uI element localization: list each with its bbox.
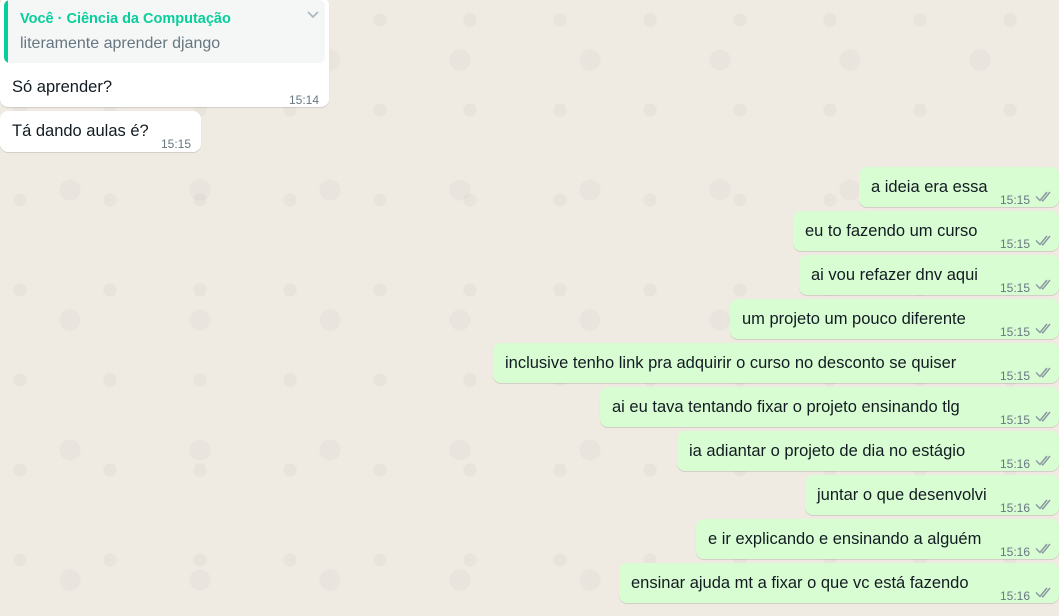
- double-check-icon: [1035, 235, 1051, 246]
- message-text: inclusive tenho link pra adquirir o curs…: [505, 354, 957, 372]
- chevron-down-icon[interactable]: [305, 6, 321, 22]
- outgoing-message[interactable]: ai vou refazer dnv aqui 15:15: [799, 255, 1059, 295]
- message-time: 15:15: [1000, 369, 1031, 383]
- double-check-icon: [1035, 367, 1051, 378]
- double-check-icon: [1035, 543, 1051, 554]
- message-time: 15:15: [1000, 281, 1031, 295]
- message-time: 15:16: [1000, 501, 1031, 515]
- message-time: 15:15: [1000, 325, 1031, 339]
- outgoing-message[interactable]: inclusive tenho link pra adquirir o curs…: [493, 343, 1059, 383]
- message-text: Só aprender?: [12, 78, 112, 96]
- message-time: 15:16: [1000, 457, 1031, 471]
- double-check-icon: [1035, 411, 1051, 422]
- message-text: ai eu tava tentando fixar o projeto ensi…: [612, 398, 960, 416]
- message-text: juntar o que desenvolvi: [817, 486, 987, 504]
- message-time: 15:16: [1000, 589, 1031, 603]
- quote-accent-bar: [4, 0, 8, 63]
- message-time: 15:15: [161, 137, 192, 151]
- double-check-icon: [1035, 499, 1051, 510]
- outgoing-message[interactable]: um projeto um pouco diferente 15:15: [730, 299, 1059, 339]
- message-text: ensinar ajuda mt a fixar o que vc está f…: [631, 574, 969, 592]
- double-check-icon: [1035, 279, 1051, 290]
- quoted-text: literamente aprender django: [20, 35, 221, 52]
- quoted-message[interactable]: Você · Ciência da Computação literamente…: [4, 0, 325, 63]
- message-time: 15:15: [1000, 237, 1031, 251]
- incoming-message-reply[interactable]: Você · Ciência da Computação literamente…: [0, 0, 329, 107]
- message-time: 15:16: [1000, 545, 1031, 559]
- double-check-icon: [1035, 587, 1051, 598]
- message-time: 15:15: [1000, 413, 1031, 427]
- double-check-icon: [1035, 323, 1051, 334]
- outgoing-message[interactable]: eu to fazendo um curso 15:15: [793, 211, 1059, 251]
- outgoing-message[interactable]: ai eu tava tentando fixar o projeto ensi…: [600, 387, 1059, 427]
- message-text: um projeto um pouco diferente: [742, 310, 966, 328]
- message-text: ia adiantar o projeto de dia no estágio: [689, 442, 966, 460]
- message-time: 15:14: [289, 93, 320, 107]
- message-text: eu to fazendo um curso: [805, 222, 978, 240]
- double-check-icon: [1035, 455, 1051, 466]
- message-text: Tá dando aulas é?: [12, 122, 149, 140]
- message-time: 15:15: [1000, 193, 1031, 207]
- message-text: e ir explicando e ensinando a alguém: [708, 530, 982, 548]
- outgoing-message[interactable]: e ir explicando e ensinando a alguém 15:…: [696, 519, 1059, 559]
- message-text: a ideia era essa: [871, 178, 988, 196]
- outgoing-message[interactable]: juntar o que desenvolvi 15:16: [805, 475, 1059, 515]
- outgoing-message[interactable]: a ideia era essa 15:15: [859, 167, 1059, 207]
- outgoing-message[interactable]: ia adiantar o projeto de dia no estágio …: [677, 431, 1059, 471]
- incoming-message[interactable]: Tá dando aulas é? 15:15: [0, 111, 201, 152]
- message-text: ai vou refazer dnv aqui: [811, 266, 978, 284]
- double-check-icon: [1035, 191, 1051, 202]
- quoted-author: Você · Ciência da Computação: [20, 11, 231, 27]
- outgoing-message[interactable]: ensinar ajuda mt a fixar o que vc está f…: [619, 563, 1059, 603]
